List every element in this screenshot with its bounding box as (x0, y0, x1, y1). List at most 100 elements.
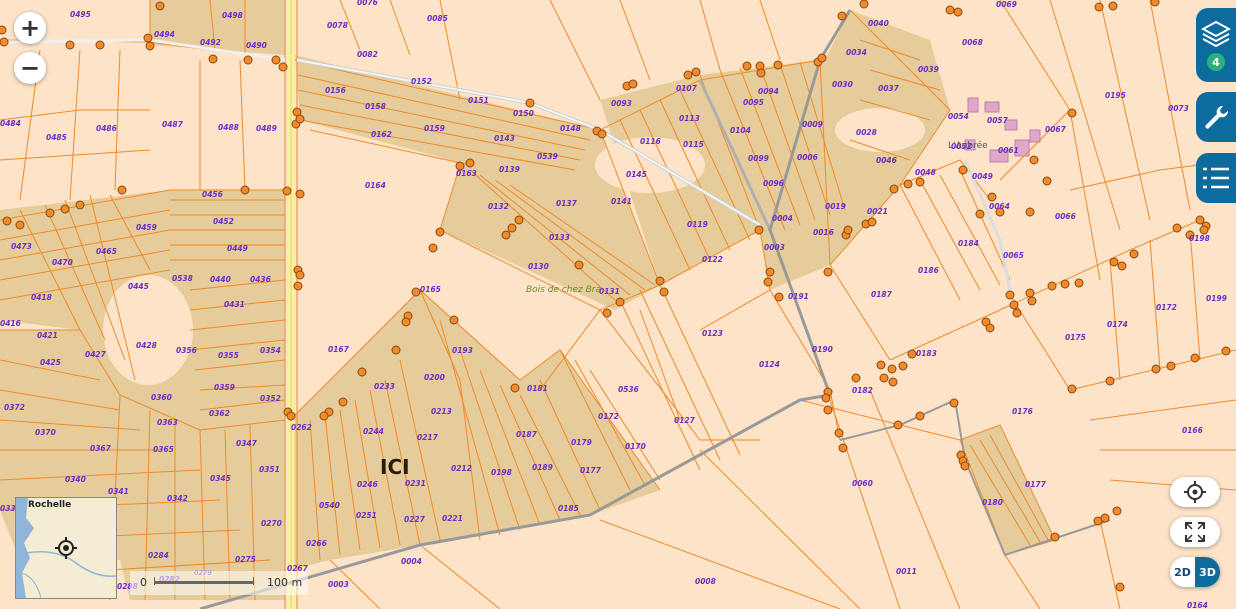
parcel-label: 0177 (580, 466, 602, 475)
parcel-label: 0485 (46, 133, 67, 142)
parcel-label: 0536 (618, 385, 639, 394)
parcel-label: 0107 (676, 84, 698, 93)
boundary-marker (295, 270, 305, 280)
wrench-icon (1205, 105, 1229, 129)
boundary-marker (765, 267, 775, 277)
parcel-label: 0150 (513, 109, 534, 118)
parcel-label: 0034 (846, 48, 867, 57)
boundary-marker (1005, 290, 1015, 300)
parcel-label: 0195 (1105, 91, 1126, 100)
parcel-label: 0048 (915, 168, 936, 177)
parcel-label: 0440 (210, 275, 231, 284)
layers-tab[interactable]: 4 (1196, 8, 1236, 82)
parcel-label: 0164 (365, 181, 386, 190)
layers-count-badge: 4 (1207, 53, 1225, 71)
boundary-marker (953, 7, 963, 17)
parcel-label: 0156 (325, 86, 346, 95)
parcel-label: 0246 (357, 480, 378, 489)
boundary-marker (295, 189, 305, 199)
view-mode-toggle[interactable]: 2D 3D (1170, 557, 1220, 587)
parcel-label: 0127 (674, 416, 696, 425)
boundary-marker (155, 1, 165, 11)
parcel-label: 0221 (442, 514, 463, 523)
locate-button[interactable] (1170, 477, 1220, 507)
minimap-position-icon (55, 537, 77, 559)
boundary-marker (821, 393, 831, 403)
parcel-label: 0351 (259, 465, 280, 474)
parcel-label: 0094 (758, 87, 779, 96)
boundary-marker (435, 227, 445, 237)
boundary-marker (507, 223, 517, 233)
legend-tab[interactable] (1196, 153, 1236, 203)
boundary-marker (0, 37, 9, 47)
tools-tab[interactable] (1196, 92, 1236, 142)
boundary-marker (834, 428, 844, 438)
parcel-label: 0486 (96, 124, 117, 133)
boundary-marker (1150, 0, 1160, 7)
boundary-marker (837, 11, 847, 21)
parcel-label: 0494 (154, 30, 175, 39)
parcel-label: 0009 (802, 120, 823, 129)
parcel-label: 0370 (35, 428, 56, 437)
boundary-marker (628, 79, 638, 89)
parcel-label: 0124 (759, 360, 780, 369)
scale-bar-line (154, 581, 254, 584)
parcel-label: 0345 (210, 474, 231, 483)
parcel-label: 0459 (136, 223, 157, 232)
parcel-label: 0187 (516, 430, 538, 439)
layers-icon (1201, 20, 1231, 48)
parcel-label: 0060 (852, 479, 873, 488)
parcel-label: 0131 (599, 287, 620, 296)
boundary-marker (774, 292, 784, 302)
boundary-marker (1067, 384, 1077, 394)
boundary-marker (915, 177, 925, 187)
overview-minimap[interactable]: Rochelle (15, 497, 117, 599)
parcel-label: 0021 (867, 207, 888, 216)
boundary-marker (1199, 225, 1209, 235)
boundary-marker (1060, 279, 1070, 289)
parcel-label: 0244 (363, 427, 384, 436)
parcel-label: 0275 (235, 555, 256, 564)
boundary-marker (859, 0, 869, 9)
boundary-marker (60, 204, 70, 214)
boundary-marker (1105, 376, 1115, 386)
boundary-marker (602, 308, 612, 318)
boundary-marker (1067, 108, 1077, 118)
boundary-marker (428, 243, 438, 253)
parcel-label: 0470 (52, 258, 73, 267)
parcel-label: 0266 (306, 539, 327, 548)
boundary-marker (907, 349, 917, 359)
scale-bar: 0 0279 100 m (130, 569, 308, 595)
boundary-marker (510, 383, 520, 393)
scale-max-label: 100 m (267, 576, 303, 589)
zoom-out-button[interactable]: − (14, 52, 46, 84)
parcel-label: 0359 (214, 383, 235, 392)
parcel-label: 0498 (222, 11, 243, 20)
parcel-label: 0145 (626, 170, 647, 179)
parcel-label: 0054 (948, 112, 969, 121)
parcel-label: 0233 (374, 382, 395, 391)
boundary-marker (0, 25, 7, 35)
parcel-label: 0431 (224, 300, 245, 309)
parcel-label: 0028 (856, 128, 877, 137)
parcel-label: 0067 (1045, 125, 1067, 134)
parcel-label: 0355 (218, 351, 239, 360)
parcel-label: 0198 (491, 468, 512, 477)
boundary-marker (15, 220, 25, 230)
fullscreen-button[interactable] (1170, 517, 1220, 547)
parcel-label: 0095 (743, 98, 764, 107)
minimap-label: Rochelle (28, 500, 72, 510)
parcel-label: 0099 (748, 154, 769, 163)
boundary-marker (879, 373, 889, 383)
parcel-label: 0183 (916, 349, 937, 358)
boundary-marker (514, 215, 524, 225)
boundary-marker (838, 443, 848, 453)
zoom-in-button[interactable]: + (14, 12, 46, 44)
cadastral-map[interactable]: 0495 0498 0076 0085 0069 0494 0492 0490 0078 0082… (0, 0, 1236, 609)
parcel-label: 0495 (70, 10, 91, 19)
boundary-marker (843, 225, 853, 235)
parcel-label: 0449 (227, 244, 248, 253)
parcel-label: 0184 (958, 239, 979, 248)
view-2d-option[interactable]: 2D (1170, 557, 1195, 587)
parcel-label: 0452 (213, 217, 234, 226)
